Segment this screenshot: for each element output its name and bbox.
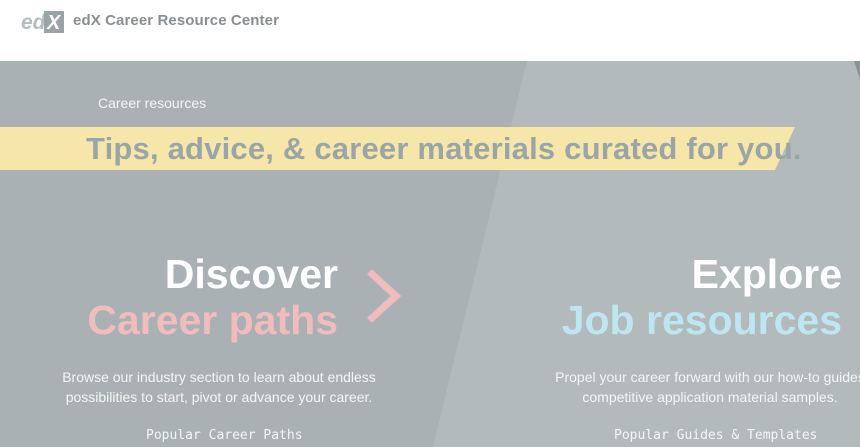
site-header: ed X edX Career Resource Center bbox=[0, 0, 860, 61]
edx-logo[interactable]: ed X bbox=[20, 9, 66, 35]
explore-subtitle[interactable]: Job resources bbox=[562, 297, 842, 343]
edx-logo-x: X bbox=[46, 12, 62, 34]
discover-description-line1: Browse our industry section to learn abo… bbox=[62, 369, 376, 385]
explore-description: Propel your career forward with our how-… bbox=[530, 367, 860, 407]
brand-title[interactable]: edX Career Resource Center bbox=[73, 12, 279, 29]
hero-banner-text: Tips, advice, & career materials curated… bbox=[86, 131, 802, 166]
hero-section: Career resources Tips, advice, & career … bbox=[0, 61, 860, 447]
explore-title[interactable]: Explore bbox=[692, 251, 842, 297]
chevron-right-icon[interactable] bbox=[366, 270, 406, 322]
explore-description-line1: Propel your career forward with our how-… bbox=[555, 369, 860, 385]
popular-guides-heading: Popular Guides & Templates bbox=[614, 428, 818, 443]
explore-description-line2: competitive application material samples… bbox=[582, 389, 838, 405]
hero-kicker: Career resources bbox=[98, 95, 207, 111]
discover-description-line2: possibilities to start, pivot or advance… bbox=[65, 389, 373, 405]
discover-title[interactable]: Discover bbox=[165, 251, 338, 297]
edx-logo-text: ed bbox=[21, 11, 47, 34]
popular-career-paths-heading: Popular Career Paths bbox=[146, 428, 303, 443]
discover-subtitle[interactable]: Career paths bbox=[87, 297, 338, 343]
discover-description: Browse our industry section to learn abo… bbox=[48, 367, 390, 407]
